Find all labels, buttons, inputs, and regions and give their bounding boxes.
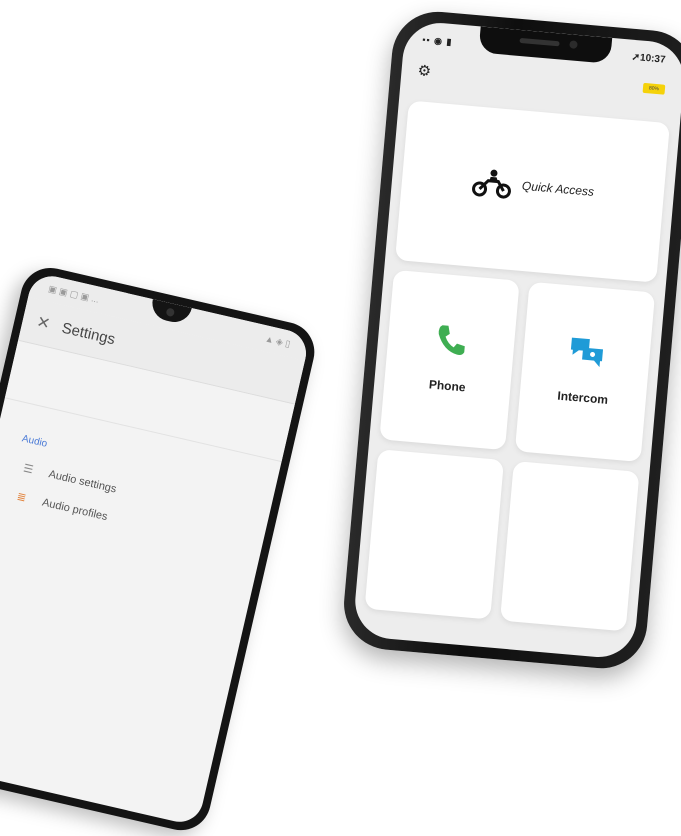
signal-wifi-icons: ▪▪ ◉ ▮: [421, 34, 453, 48]
phone-label: Phone: [428, 377, 467, 395]
android-status-icons: ▣ ▣ ▢ ▣ ...: [47, 282, 101, 305]
intercom-tile[interactable]: Intercom: [514, 281, 656, 463]
settings-row-label: Audio profiles: [41, 496, 109, 523]
intercom-icon-wrap: [522, 330, 651, 380]
android-screen: ▣ ▣ ▢ ▣ ... ▲ ◈ ▯ ✕ Settings Audio ☰ Aud…: [0, 271, 311, 827]
quick-access-content: Quick Access: [471, 166, 595, 207]
time-text: 10:37: [639, 52, 666, 66]
intercom-label: Intercom: [556, 388, 609, 407]
gear-icon[interactable]: ⚙: [417, 61, 432, 80]
iphone-screen: ▪▪ ◉ ▮ ➚10:37 ⚙ 80% Quick Access Phone I…: [352, 19, 681, 661]
equalizer-icon: ≣: [15, 490, 28, 505]
quick-access-label: Quick Access: [521, 178, 595, 199]
phone-icon-wrap: [387, 318, 516, 368]
quick-access-tile[interactable]: Quick Access: [395, 100, 670, 283]
front-camera: [569, 40, 578, 49]
status-time: ➚10:37: [631, 52, 666, 66]
battery-badge: 80%: [642, 82, 666, 95]
iphone: ▪▪ ◉ ▮ ➚10:37 ⚙ 80% Quick Access Phone I…: [340, 8, 681, 673]
android-status-right: ▲ ◈ ▯: [264, 332, 292, 349]
android-phone: ▣ ▣ ▢ ▣ ... ▲ ◈ ▯ ✕ Settings Audio ☰ Aud…: [0, 262, 321, 836]
motorcycle-icon: [472, 169, 511, 199]
lower-left-tile[interactable]: [364, 449, 505, 620]
speaker-grille: [519, 37, 560, 47]
page-title: Settings: [60, 319, 117, 348]
phone-icon: [438, 325, 465, 356]
intercom-icon: [570, 337, 604, 368]
phone-tile[interactable]: Phone: [379, 269, 520, 451]
